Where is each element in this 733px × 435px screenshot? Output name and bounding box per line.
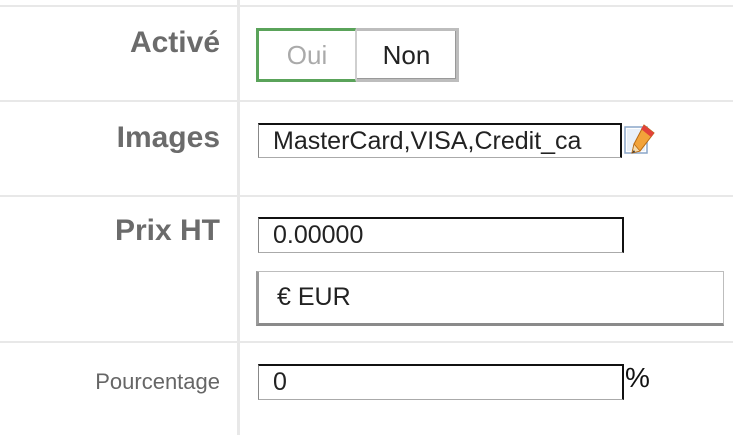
column-divider [237,0,240,435]
active-yes-option[interactable]: Oui [256,28,356,82]
pencil-edit-icon[interactable] [624,123,658,157]
percentage-label: Pourcentage [95,369,220,394]
images-label: Images [116,121,220,154]
currency-select[interactable]: € EUR [256,271,724,326]
percentage-input[interactable]: 0 [258,364,624,400]
images-field[interactable]: MasterCard,VISA,Credit_ca [258,123,622,158]
row-divider [0,100,733,102]
currency-select-value: € EUR [277,283,351,311]
price-label: Prix HT [114,214,220,247]
percent-unit: % [625,362,650,393]
active-no-option[interactable]: Non [356,28,459,82]
active-label: Activé [129,26,220,59]
price-input[interactable]: 0.00000 [258,217,624,253]
active-toggle[interactable]: Oui Non [256,28,459,82]
row-divider [0,341,733,343]
row-divider [0,5,733,7]
payment-settings-form: Activé Oui Non Images MasterCard,VISA,Cr… [0,0,733,435]
row-divider [0,195,733,197]
